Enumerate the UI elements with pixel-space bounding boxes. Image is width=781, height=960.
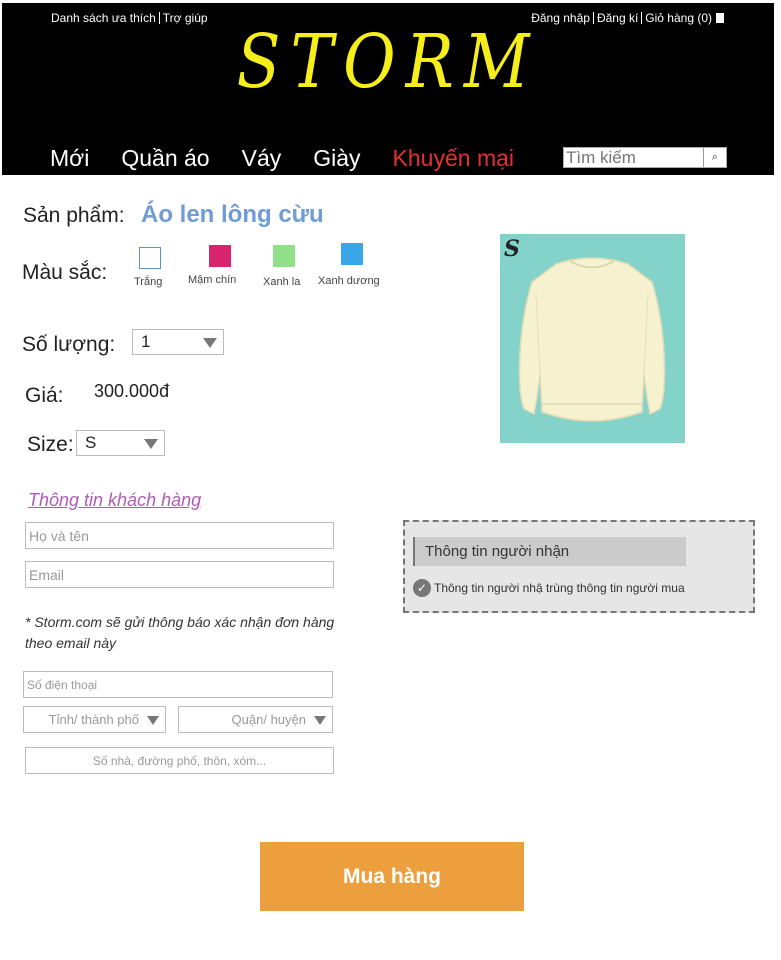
color-label-blue: Xanh dương: [318, 275, 380, 287]
cart-link[interactable]: Giỏ hàng (0): [645, 11, 712, 25]
main-nav: Mới Quần áo Váy Giày Khuyến mại: [50, 145, 514, 172]
nav-item-sale[interactable]: Khuyến mại: [393, 145, 514, 171]
district-placeholder: Quận/ huyện: [231, 712, 306, 727]
brand-mark: S: [504, 236, 520, 262]
site-header: Danh sách ưa thích Trợ giúp Đăng nhập Đăng…: [2, 3, 774, 175]
divider: [641, 12, 643, 24]
size-label: Size:: [27, 433, 74, 456]
search-input[interactable]: [564, 148, 702, 167]
chevron-down-icon: [314, 716, 326, 725]
product-name-label: Sản phẩm:: [23, 204, 125, 227]
email-field[interactable]: [25, 561, 334, 588]
quantity-value: 1: [141, 332, 151, 351]
search-icon: ⌕: [711, 151, 719, 163]
price-value: 300.000đ: [94, 381, 170, 401]
province-select[interactable]: Tỉnh/ thành phố: [23, 706, 166, 733]
divider: [592, 12, 594, 24]
buy-button[interactable]: Mua hàng: [260, 842, 524, 911]
color-label: Màu sắc:: [22, 261, 108, 284]
phone-field[interactable]: [23, 671, 333, 698]
wishlist-link[interactable]: Danh sách ưa thích: [51, 11, 156, 25]
chevron-down-icon: [144, 439, 158, 449]
nav-item-clothes[interactable]: Quần áo: [121, 145, 209, 171]
product-name: Áo len lông cừu: [141, 201, 324, 228]
color-swatch-green[interactable]: [273, 245, 295, 267]
address-field[interactable]: [25, 747, 334, 774]
nav-item-new[interactable]: Mới: [50, 145, 89, 171]
customer-info-title[interactable]: Thông tin khách hàng: [28, 490, 201, 511]
color-label-green: Xanh la: [263, 276, 301, 288]
site-logo[interactable]: STORM: [2, 26, 774, 100]
login-link[interactable]: Đăng nhập: [531, 11, 590, 25]
check-circle-icon[interactable]: ✓: [413, 579, 431, 597]
color-swatch-white[interactable]: [139, 247, 161, 269]
product-image: S: [500, 234, 685, 443]
same-as-buyer-option[interactable]: ✓ Thông tin người nhậ trùng thông tin ng…: [413, 579, 685, 597]
size-select[interactable]: S: [76, 430, 165, 456]
color-label-white: Trắng: [134, 276, 163, 288]
search-box: ⌕: [563, 147, 727, 168]
nav-item-shoes[interactable]: Giày: [313, 145, 360, 171]
color-swatch-magenta[interactable]: [209, 245, 231, 267]
color-swatch-blue[interactable]: [341, 243, 363, 265]
quantity-label: Số lượng:: [22, 333, 116, 356]
same-as-buyer-label: Thông tin người nhậ trùng thông tin ngườ…: [434, 581, 685, 595]
help-link[interactable]: Trợ giúp: [163, 11, 208, 25]
top-links-left: Danh sách ưa thích Trợ giúp: [51, 11, 208, 25]
quantity-select[interactable]: 1: [132, 329, 224, 355]
email-note: * Storm.com sẽ gửi thông báo xác nhận đơ…: [25, 614, 335, 651]
price-label: Giá:: [25, 384, 64, 407]
district-select[interactable]: Quận/ huyện: [178, 706, 333, 733]
divider: [158, 12, 160, 24]
top-links-right: Đăng nhập Đăng kí Giỏ hàng (0): [531, 11, 724, 25]
register-link[interactable]: Đăng kí: [597, 11, 638, 25]
search-button[interactable]: ⌕: [703, 148, 726, 167]
nav-item-dresses[interactable]: Váy: [242, 145, 282, 171]
size-value: S: [85, 433, 97, 452]
recipient-info-box: Thông tin người nhận ✓ Thông tin người n…: [403, 520, 755, 613]
full-name-field[interactable]: [25, 522, 334, 549]
chevron-down-icon: [147, 716, 159, 725]
color-label-magenta: Mậm chín: [188, 274, 237, 286]
cart-icon[interactable]: [716, 13, 724, 23]
province-placeholder: Tỉnh/ thành phố: [48, 712, 139, 727]
sweater-illustration: [500, 234, 685, 443]
recipient-info-title[interactable]: Thông tin người nhận: [413, 537, 686, 566]
chevron-down-icon: [203, 338, 217, 348]
